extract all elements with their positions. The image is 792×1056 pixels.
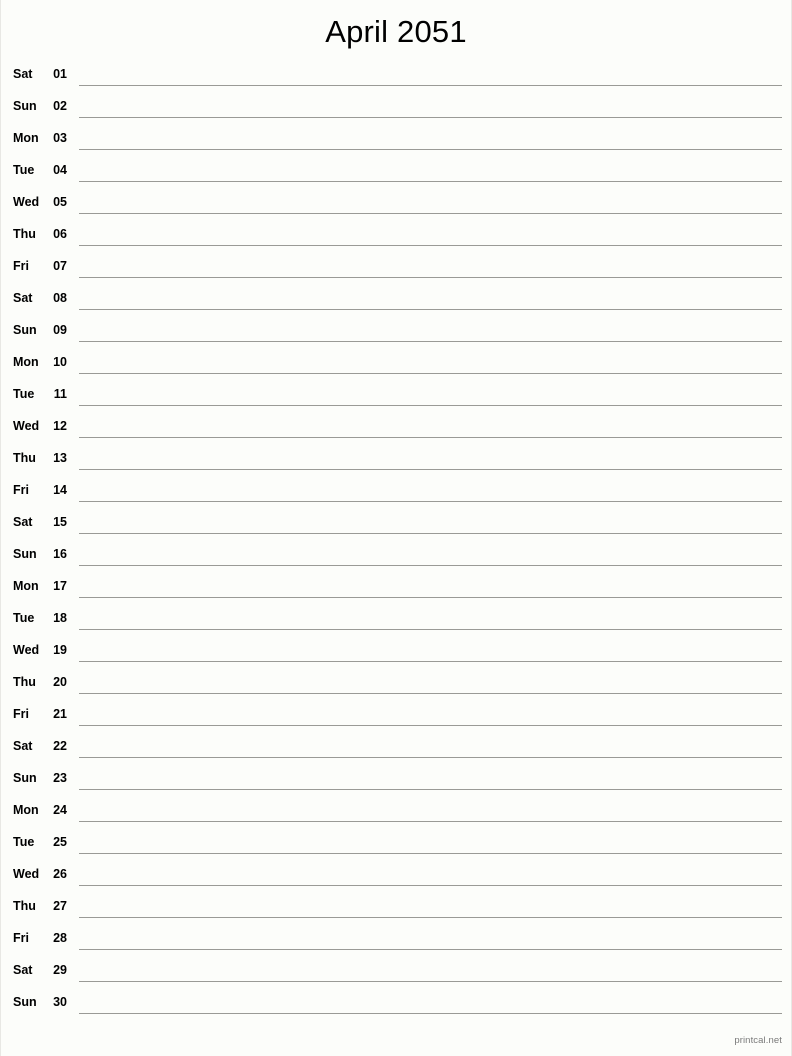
day-number-label: 04 — [53, 163, 67, 177]
day-number-label: 19 — [53, 643, 67, 657]
day-number-label: 26 — [53, 867, 67, 881]
day-writing-line[interactable] — [79, 309, 782, 310]
day-row[interactable]: Thu 13 — [1, 444, 791, 476]
day-writing-line[interactable] — [79, 981, 782, 982]
day-row[interactable]: Wed 12 — [1, 412, 791, 444]
day-writing-line[interactable] — [79, 85, 782, 86]
day-row[interactable]: Wed 19 — [1, 636, 791, 668]
day-number-label: 30 — [53, 995, 67, 1009]
day-number-label: 16 — [53, 547, 67, 561]
day-row[interactable]: Thu 06 — [1, 220, 791, 252]
day-row[interactable]: Sun 02 — [1, 92, 791, 124]
day-row[interactable]: Sat 01 — [1, 60, 791, 92]
day-writing-line[interactable] — [79, 661, 782, 662]
day-number-label: 07 — [53, 259, 67, 273]
day-writing-line[interactable] — [79, 565, 782, 566]
day-writing-line[interactable] — [79, 693, 782, 694]
day-row[interactable]: Tue 11 — [1, 380, 791, 412]
day-number-label: 01 — [53, 67, 67, 81]
day-writing-line[interactable] — [79, 533, 782, 534]
day-writing-line[interactable] — [79, 149, 782, 150]
day-row[interactable]: Fri 28 — [1, 924, 791, 956]
day-writing-line[interactable] — [79, 405, 782, 406]
day-number-label: 11 — [53, 387, 67, 401]
day-writing-line[interactable] — [79, 213, 782, 214]
day-row[interactable]: Sat 22 — [1, 732, 791, 764]
day-weekday-label: Fri — [13, 483, 29, 497]
day-writing-line[interactable] — [79, 821, 782, 822]
day-number-label: 09 — [53, 323, 67, 337]
day-row[interactable]: Mon 24 — [1, 796, 791, 828]
page-title: April 2051 — [325, 14, 467, 49]
day-weekday-label: Fri — [13, 707, 29, 721]
day-weekday-label: Fri — [13, 931, 29, 945]
day-number-label: 24 — [53, 803, 67, 817]
day-writing-line[interactable] — [79, 1013, 782, 1014]
day-number-label: 08 — [53, 291, 67, 305]
day-row[interactable]: Sun 23 — [1, 764, 791, 796]
day-row[interactable]: Mon 17 — [1, 572, 791, 604]
day-row[interactable]: Thu 20 — [1, 668, 791, 700]
day-writing-line[interactable] — [79, 181, 782, 182]
day-writing-line[interactable] — [79, 117, 782, 118]
day-row[interactable]: Sun 09 — [1, 316, 791, 348]
day-number-label: 03 — [53, 131, 67, 145]
day-number-label: 17 — [53, 579, 67, 593]
day-number-label: 14 — [53, 483, 67, 497]
day-number-label: 10 — [53, 355, 67, 369]
day-weekday-label: Fri — [13, 259, 29, 273]
day-row[interactable]: Thu 27 — [1, 892, 791, 924]
day-row[interactable]: Mon 03 — [1, 124, 791, 156]
day-row[interactable]: Sun 16 — [1, 540, 791, 572]
day-row[interactable]: Sat 08 — [1, 284, 791, 316]
day-number-label: 05 — [53, 195, 67, 209]
day-writing-line[interactable] — [79, 629, 782, 630]
day-row[interactable]: Tue 25 — [1, 828, 791, 860]
day-number-label: 27 — [53, 899, 67, 913]
day-writing-line[interactable] — [79, 757, 782, 758]
day-row[interactable]: Tue 18 — [1, 604, 791, 636]
day-number-label: 21 — [53, 707, 67, 721]
day-number-label: 13 — [53, 451, 67, 465]
day-writing-line[interactable] — [79, 917, 782, 918]
day-row[interactable]: Sat 29 — [1, 956, 791, 988]
day-number-label: 23 — [53, 771, 67, 785]
day-number-label: 25 — [53, 835, 67, 849]
day-writing-line[interactable] — [79, 949, 782, 950]
day-list: Sat 01 Sun 02 Mon 03 Tue 04 Wed 05 Thu 06 Fri 07 Sat 08… — [1, 60, 791, 1020]
day-writing-line[interactable] — [79, 373, 782, 374]
day-row[interactable]: Wed 26 — [1, 860, 791, 892]
day-number-label: 15 — [53, 515, 67, 529]
day-writing-line[interactable] — [79, 853, 782, 854]
day-number-label: 29 — [53, 963, 67, 977]
day-writing-line[interactable] — [79, 501, 782, 502]
day-number-label: 28 — [53, 931, 67, 945]
footer-watermark: printcal.net — [734, 1035, 782, 1046]
day-row[interactable]: Wed 05 — [1, 188, 791, 220]
day-number-label: 06 — [53, 227, 67, 241]
day-row[interactable]: Sun 30 — [1, 988, 791, 1020]
day-row[interactable]: Fri 07 — [1, 252, 791, 284]
day-writing-line[interactable] — [79, 789, 782, 790]
day-writing-line[interactable] — [79, 245, 782, 246]
day-number-label: 02 — [53, 99, 67, 113]
day-writing-line[interactable] — [79, 277, 782, 278]
day-row[interactable]: Mon 10 — [1, 348, 791, 380]
day-writing-line[interactable] — [79, 341, 782, 342]
day-number-label: 20 — [53, 675, 67, 689]
day-writing-line[interactable] — [79, 437, 782, 438]
day-row[interactable]: Tue 04 — [1, 156, 791, 188]
day-writing-line[interactable] — [79, 725, 782, 726]
day-number-label: 12 — [53, 419, 67, 433]
day-row[interactable]: Fri 14 — [1, 476, 791, 508]
day-writing-line[interactable] — [79, 469, 782, 470]
day-row[interactable]: Fri 21 — [1, 700, 791, 732]
day-writing-line[interactable] — [79, 885, 782, 886]
calendar-page: April 2051 Sat 01 Sun 02 Mon 03 Tue 04 Wed 05 Thu 0… — [0, 0, 792, 1056]
day-number-label: 18 — [53, 611, 67, 625]
day-number-label: 22 — [53, 739, 67, 753]
day-writing-line[interactable] — [79, 597, 782, 598]
day-row[interactable]: Sat 15 — [1, 508, 791, 540]
